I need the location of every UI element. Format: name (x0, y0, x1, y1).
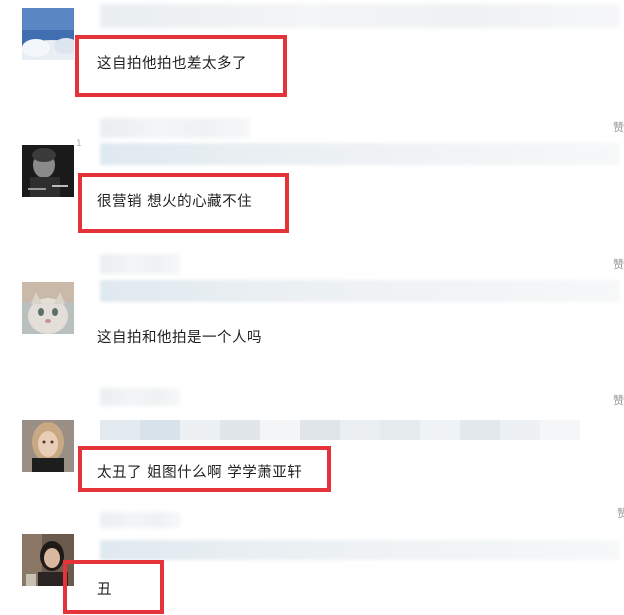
avatar[interactable] (22, 282, 74, 334)
blurred-metadata (100, 143, 620, 165)
comment-text: 这自拍和他拍是一个人吗 (97, 330, 262, 346)
avatar[interactable] (22, 420, 74, 472)
comment-text: 丑 (97, 582, 112, 598)
blurred-metadata (100, 540, 620, 560)
avatar[interactable] (22, 145, 74, 197)
blurred-username (100, 512, 180, 528)
comment-text: 很营销 想火的心藏不住 (97, 194, 253, 210)
comment-text: 太丑了 姐图什么啊 学学萧亚轩 (97, 465, 303, 481)
blurred-metadata (100, 280, 620, 302)
comment-item: 赞 丑 (0, 0, 624, 614)
like-label[interactable]: 赞 (613, 392, 624, 408)
like-label[interactable]: 赞 (613, 256, 624, 272)
blurred-username (100, 254, 180, 274)
highlight-box (63, 560, 164, 614)
like-label[interactable]: 赞 (617, 505, 624, 521)
reply-count: 1 (76, 139, 82, 149)
pixelated-metadata (100, 420, 620, 440)
blurred-username (100, 388, 180, 406)
